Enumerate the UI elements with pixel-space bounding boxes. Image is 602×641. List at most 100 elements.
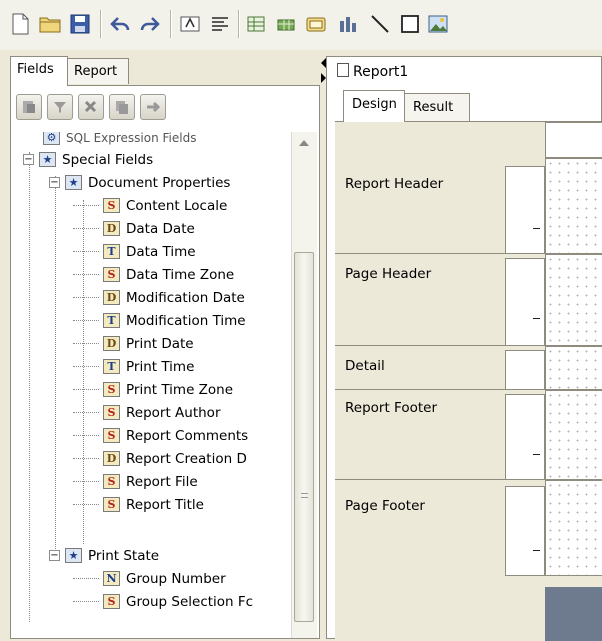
- document-properties-icon: ★: [65, 175, 82, 190]
- section-detail[interactable]: Detail: [335, 346, 602, 390]
- tree-item-field[interactable]: S Content Locale: [73, 194, 227, 217]
- insert-text-icon[interactable]: [206, 10, 234, 38]
- tree-item-field[interactable]: T Print Time: [73, 355, 195, 378]
- tree-connector: [73, 366, 99, 367]
- filter-icon[interactable]: [47, 94, 73, 120]
- section-canvas[interactable]: [545, 158, 602, 254]
- section-canvas[interactable]: [545, 346, 602, 390]
- section-label: Detail: [345, 358, 385, 374]
- fields-tree: ⚙ SQL Expression Fields − ★ Special Fiel…: [13, 132, 285, 638]
- tree-connector: [73, 412, 99, 413]
- grip-icon: [301, 493, 308, 498]
- section-handle[interactable]: [505, 258, 545, 346]
- copy-field-icon[interactable]: [109, 94, 135, 120]
- scroll-thumb[interactable]: [294, 252, 314, 622]
- tree-item-label: Modification Time: [126, 312, 246, 329]
- tree-item-label: Report File: [126, 473, 198, 490]
- tree-connector: [73, 601, 99, 602]
- collapse-icon[interactable]: −: [23, 154, 34, 165]
- horizontal-ruler: [545, 122, 602, 158]
- tree-item-label: Data Date: [126, 220, 195, 237]
- tree-item-label: Report Author: [126, 404, 221, 421]
- tree-item-field[interactable]: S Report Title: [73, 493, 204, 516]
- tree-item-label: Print Date: [126, 335, 194, 352]
- tree-item-field[interactable]: D Data Date: [73, 217, 195, 240]
- tree-connector: [73, 274, 99, 275]
- draw-box-icon[interactable]: [396, 10, 424, 38]
- field-type-icon: T: [103, 359, 120, 374]
- section-page-footer[interactable]: Page Footer: [335, 480, 602, 576]
- tree-item-field[interactable]: T Data Time: [73, 240, 196, 263]
- tree-item-field[interactable]: T Modification Time: [73, 309, 246, 332]
- field-type-icon: T: [103, 244, 120, 259]
- vertical-scrollbar[interactable]: [291, 132, 317, 638]
- redo-icon[interactable]: [136, 10, 164, 38]
- tree-item-field[interactable]: D Report Creation D: [73, 447, 247, 470]
- tree-item-label: SQL Expression Fields: [66, 132, 197, 145]
- field-type-icon: S: [103, 267, 120, 282]
- tab-report[interactable]: Report: [67, 58, 129, 84]
- section-handle[interactable]: [505, 350, 545, 390]
- new-document-icon[interactable]: [6, 10, 34, 38]
- insert-label-icon[interactable]: [176, 10, 204, 38]
- section-page-header[interactable]: Page Header: [335, 254, 602, 346]
- tree-item-label: Report Comments: [126, 427, 249, 444]
- tab-result[interactable]: Result: [404, 93, 470, 121]
- tab-design[interactable]: Design: [343, 90, 405, 122]
- tree-item-print-state[interactable]: − ★ Print State: [49, 544, 159, 567]
- tree-connector: [73, 205, 99, 206]
- insert-subreport-icon[interactable]: [302, 10, 330, 38]
- scroll-up-icon[interactable]: [299, 140, 309, 146]
- insert-field-icon[interactable]: [16, 94, 42, 120]
- tree-connector: [73, 343, 99, 344]
- tree-item-field[interactable]: S Group Selection Fc: [73, 590, 253, 613]
- document-title: Report1: [337, 63, 408, 80]
- section-report-header[interactable]: Report Header: [335, 158, 602, 254]
- collapse-icon[interactable]: −: [49, 177, 60, 188]
- tree-item-field[interactable]: S Data Time Zone: [73, 263, 234, 286]
- insert-table-icon[interactable]: [242, 10, 270, 38]
- undo-icon[interactable]: [106, 10, 134, 38]
- tree-item-special-fields[interactable]: − ★ Special Fields: [23, 148, 153, 171]
- tree-connector: [73, 389, 99, 390]
- toolbar-separator: [170, 10, 172, 38]
- field-group-icon: ⚙: [43, 132, 60, 145]
- open-folder-icon[interactable]: [36, 10, 64, 38]
- tree-item-field[interactable]: S Report Author: [73, 401, 221, 424]
- tree-item-field[interactable]: D Modification Date: [73, 286, 245, 309]
- section-handle[interactable]: [505, 394, 545, 480]
- section-handle[interactable]: [505, 486, 545, 576]
- section-handle[interactable]: [505, 166, 545, 254]
- section-label: Page Footer: [345, 498, 425, 514]
- tree-connector: [55, 176, 56, 551]
- tree-item-label: Print Time: [126, 358, 195, 375]
- section-canvas[interactable]: [545, 390, 602, 480]
- collapse-icon[interactable]: −: [49, 550, 60, 561]
- tree-item-label: Modification Date: [126, 289, 245, 306]
- section-canvas[interactable]: [545, 480, 602, 576]
- insert-chart-icon[interactable]: [334, 10, 362, 38]
- tree-item-document-properties[interactable]: − ★ Document Properties: [49, 171, 230, 194]
- tree-connector: [73, 504, 99, 505]
- tree-item-field[interactable]: D Print Date: [73, 332, 194, 355]
- section-canvas[interactable]: [545, 254, 602, 346]
- insert-picture-icon[interactable]: [424, 10, 452, 38]
- edit-field-icon[interactable]: [78, 94, 104, 120]
- tree-item-field[interactable]: N Group Number: [73, 567, 226, 590]
- tree-item-partial[interactable]: ⚙ SQL Expression Fields: [43, 132, 196, 149]
- tree-item-label: Report Creation D: [126, 450, 247, 467]
- tree-item-field[interactable]: S Report File: [73, 470, 198, 493]
- tree-connector: [73, 458, 99, 459]
- section-label: Page Header: [345, 266, 432, 282]
- section-report-footer[interactable]: Report Footer: [335, 390, 602, 480]
- tree-item-label: Document Properties: [88, 174, 231, 191]
- draw-line-icon[interactable]: [366, 10, 394, 38]
- tree-item-field[interactable]: S Print Time Zone: [73, 378, 233, 401]
- document-icon: [337, 63, 349, 77]
- move-field-icon[interactable]: [140, 94, 166, 120]
- save-icon[interactable]: [66, 10, 94, 38]
- insert-crosstab-icon[interactable]: [272, 10, 300, 38]
- tree-item-field[interactable]: S Report Comments: [73, 424, 249, 447]
- tab-fields[interactable]: Fields: [10, 56, 68, 86]
- design-surface: Report Header Page Header Detail Report …: [335, 121, 602, 641]
